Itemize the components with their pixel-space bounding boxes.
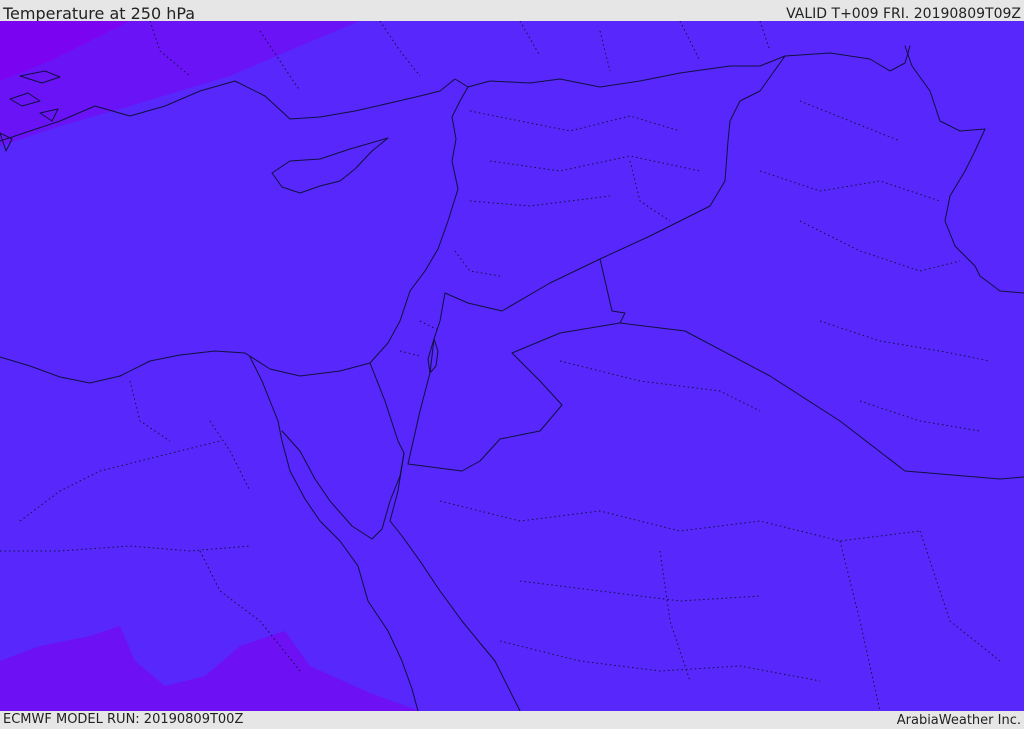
model-run-label: ECMWF MODEL RUN: 20190809T00Z [3, 712, 244, 727]
temperature-map[interactable] [0, 21, 1024, 711]
map-viewer: Temperature at 250 hPa VALID T+009 FRI. … [0, 0, 1024, 729]
temperature-field-base [0, 21, 1024, 711]
credit-label: ArabiaWeather Inc. [896, 713, 1021, 728]
footer-bar: ECMWF MODEL RUN: 20190809T00Z ArabiaWeat… [0, 711, 1024, 729]
header-bar: Temperature at 250 hPa VALID T+009 FRI. … [0, 0, 1024, 23]
